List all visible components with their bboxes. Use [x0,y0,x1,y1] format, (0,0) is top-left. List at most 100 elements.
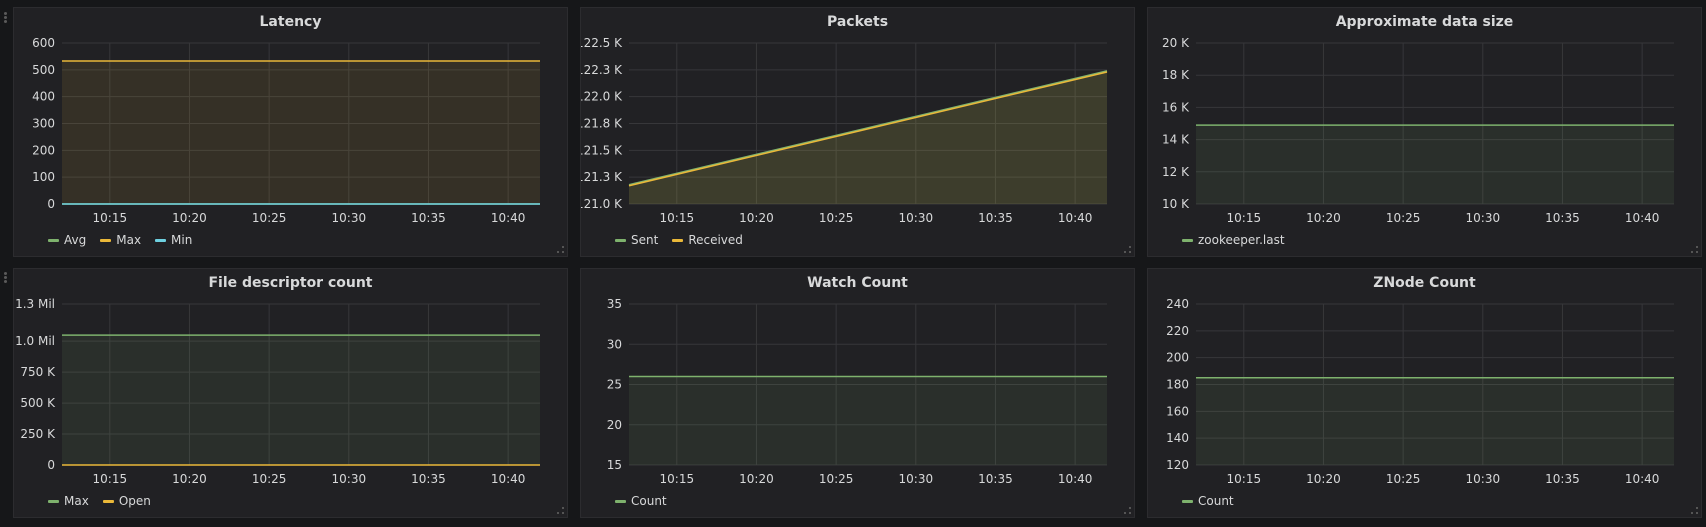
legend-item-count[interactable]: Count [615,494,667,508]
x-tick-label: 10:15 [660,211,695,225]
panel-watch-count: Watch Count 15 20 25 30 35 10:15 10:20 10:25 10:3… [580,268,1135,518]
y-tick-label: 121.5 K [581,143,623,157]
legend-label: Received [688,233,743,247]
legend-label: zookeeper.last [1198,233,1285,247]
y-tick-label: 500 K [20,396,56,410]
panel-resize-handle[interactable] [1124,246,1131,253]
y-tick-label: 100 [32,170,55,184]
y-tick-label: 121.0 K [581,197,623,211]
chart-plot[interactable]: 15 20 25 30 35 10:15 10:20 10:25 10:30 10:35 10:40 [581,269,1136,519]
y-tick-label: 18 K [1162,68,1190,82]
y-tick-label: 25 [607,378,622,392]
series-area-received [629,71,1107,204]
y-tick-label: 15 [607,458,622,472]
series-area-count [1196,377,1674,465]
panel-resize-handle[interactable] [1124,507,1131,514]
x-tick-label: 10:20 [1306,211,1341,225]
panel-znode-count: ZNode Count 120 140 160 180 200 220 240 10:15 10:… [1147,268,1702,518]
x-tick-label: 10:25 [1386,211,1421,225]
series-area-zookeeper-last [1196,125,1674,204]
y-tick-label: 400 [32,90,55,104]
legend-label: Max [64,494,89,508]
y-tick-label: 122.5 K [581,36,623,50]
legend-item-count[interactable]: Count [1182,494,1234,508]
legend: Count [1182,494,1234,508]
y-tick-label: 16 K [1162,100,1190,114]
legend-label: Count [1198,494,1234,508]
y-tick-label: 160 [1166,404,1189,418]
x-tick-label: 10:35 [411,472,446,486]
x-tick-label: 10:40 [491,211,526,225]
panel-resize-handle[interactable] [557,246,564,253]
series-area-max [62,60,540,204]
series-area-count [629,376,1107,465]
x-tick-label: 10:25 [252,472,287,486]
y-tick-label: 240 [1166,297,1189,311]
x-tick-label: 10:15 [93,472,128,486]
chart-plot[interactable]: 10 K 12 K 14 K 16 K 18 K 20 K 10:15 10:20 10:25 1… [1148,8,1703,258]
y-tick-label: 200 [1166,351,1189,365]
x-tick-label: 10:20 [172,472,207,486]
y-tick-label: 122.0 K [581,90,623,104]
legend: Max Open [48,494,151,508]
x-tick-label: 10:30 [1466,211,1501,225]
y-tick-label: 10 K [1162,197,1190,211]
x-tick-label: 10:40 [1058,211,1093,225]
y-tick-label: 12 K [1162,165,1190,179]
panel-resize-handle[interactable] [557,507,564,514]
legend-item-max[interactable]: Max [48,494,89,508]
legend-item-zookeeper-last[interactable]: zookeeper.last [1182,233,1285,247]
row-drag-handle-2[interactable] [4,272,10,286]
x-tick-label: 10:35 [1545,211,1580,225]
panel-resize-handle[interactable] [1691,507,1698,514]
chart-plot[interactable]: 121.0 K 121.3 K 121.5 K 121.8 K 122.0 K 122.3… [581,8,1136,258]
legend-swatch [155,238,167,242]
x-tick-label: 10:25 [819,472,854,486]
legend-swatch [100,238,112,242]
chart-plot[interactable]: 120 140 160 180 200 220 240 10:15 10:20 10:25 10:3… [1148,269,1703,519]
x-tick-label: 10:40 [1625,211,1660,225]
legend-swatch [48,499,59,503]
panel-packets: Packets121.0 K121.3 K121.5 K121.8 K122.0… [580,7,1135,257]
legend-label: Min [171,233,193,247]
x-tick-label: 10:40 [1058,472,1093,486]
legend-swatch [615,499,626,503]
chart-plot[interactable]: 0 250 K 500 K 750 K 1.0 Mil 1.3 Mil 10:15 10:20… [14,269,569,519]
y-tick-label: 14 K [1162,133,1190,147]
legend-item-open[interactable]: Open [102,494,151,508]
y-tick-label: 121.8 K [581,117,623,131]
legend: Count [615,494,667,508]
legend-item-min[interactable]: Min [155,233,192,247]
panel-resize-handle[interactable] [1691,246,1698,253]
y-tick-label: 121.3 K [581,170,623,184]
legend-swatch [1182,238,1193,242]
legend: zookeeper.last [1182,233,1285,247]
x-tick-label: 10:15 [1227,211,1262,225]
y-tick-label: 500 [32,63,55,77]
legend-label: Sent [631,233,659,247]
legend: Sent Received [615,233,743,247]
y-tick-label: 300 [32,117,55,131]
y-tick-label: 200 [32,143,55,157]
y-tick-label: 140 [1166,431,1189,445]
x-tick-label: 10:15 [93,211,128,225]
x-tick-label: 10:35 [411,211,446,225]
legend-item-avg[interactable]: Avg [48,233,86,247]
x-tick-label: 10:40 [1625,472,1660,486]
legend-item-received[interactable]: Received [672,233,743,247]
legend-label: Open [118,494,151,508]
legend-item-max[interactable]: Max [100,233,141,247]
y-tick-label: 250 K [20,427,56,441]
x-tick-label: 10:35 [978,211,1013,225]
panel-latency: Latency 0 100 200 300 400 500 600 10:15 10:20 10:2… [13,7,568,257]
y-tick-label: 750 K [20,365,56,379]
y-tick-label: 220 [1166,324,1189,338]
row-drag-handle-1[interactable] [4,12,10,26]
legend-item-sent[interactable]: Sent [615,233,658,247]
chart-plot[interactable]: 0 100 200 300 400 500 600 10:15 10:20 10:25 10:30 1… [14,8,569,258]
x-tick-label: 10:35 [1545,472,1580,486]
legend-swatch [48,238,59,242]
dashboard: Latency 0 100 200 300 400 500 600 10:15 10:20 10:2… [0,0,1706,527]
legend-label: Max [116,233,142,247]
x-tick-label: 10:20 [1306,472,1341,486]
